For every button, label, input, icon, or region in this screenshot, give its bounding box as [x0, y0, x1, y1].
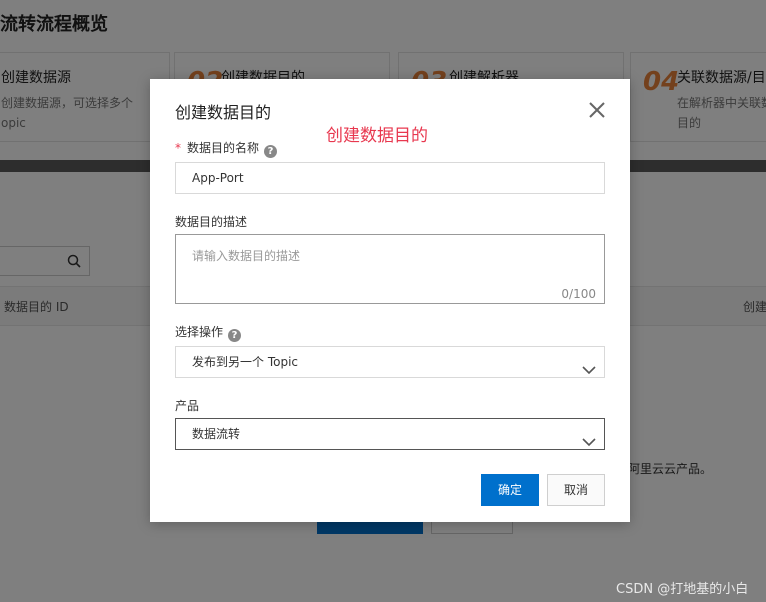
name-input[interactable]: App-Port: [175, 162, 605, 194]
confirm-button[interactable]: 确定: [481, 474, 539, 506]
product-label: 产品: [175, 399, 200, 413]
create-destination-dialog: 创建数据目的 创建数据目的 * 数据目的名称? App-Port 数据目的描述 请…: [150, 79, 630, 522]
watermark: CSDN @打地基的小白: [616, 582, 749, 597]
close-icon[interactable]: [586, 99, 608, 121]
cancel-button[interactable]: 取消: [547, 474, 605, 506]
product-select[interactable]: 数据流转: [175, 418, 605, 450]
chevron-down-icon[interactable]: [582, 356, 596, 386]
operation-label: 选择操作?: [175, 323, 242, 342]
operation-select[interactable]: 发布到另一个 Topic: [175, 346, 605, 378]
chevron-down-icon[interactable]: [582, 428, 596, 458]
character-count: 0/100: [561, 287, 596, 301]
help-icon[interactable]: ?: [264, 145, 278, 158]
help-icon[interactable]: ?: [228, 329, 242, 342]
annotation-text: 创建数据目的: [326, 126, 428, 146]
operation-value: 发布到另一个 Topic: [192, 355, 298, 369]
description-label: 数据目的描述: [175, 215, 248, 229]
dialog-title: 创建数据目的: [175, 103, 272, 122]
description-textarea[interactable]: 请输入数据目的描述 0/100: [175, 234, 605, 304]
name-label: * 数据目的名称?: [175, 139, 278, 158]
product-value: 数据流转: [192, 427, 241, 441]
required-mark: *: [175, 141, 181, 155]
description-placeholder: 请输入数据目的描述: [192, 249, 301, 263]
